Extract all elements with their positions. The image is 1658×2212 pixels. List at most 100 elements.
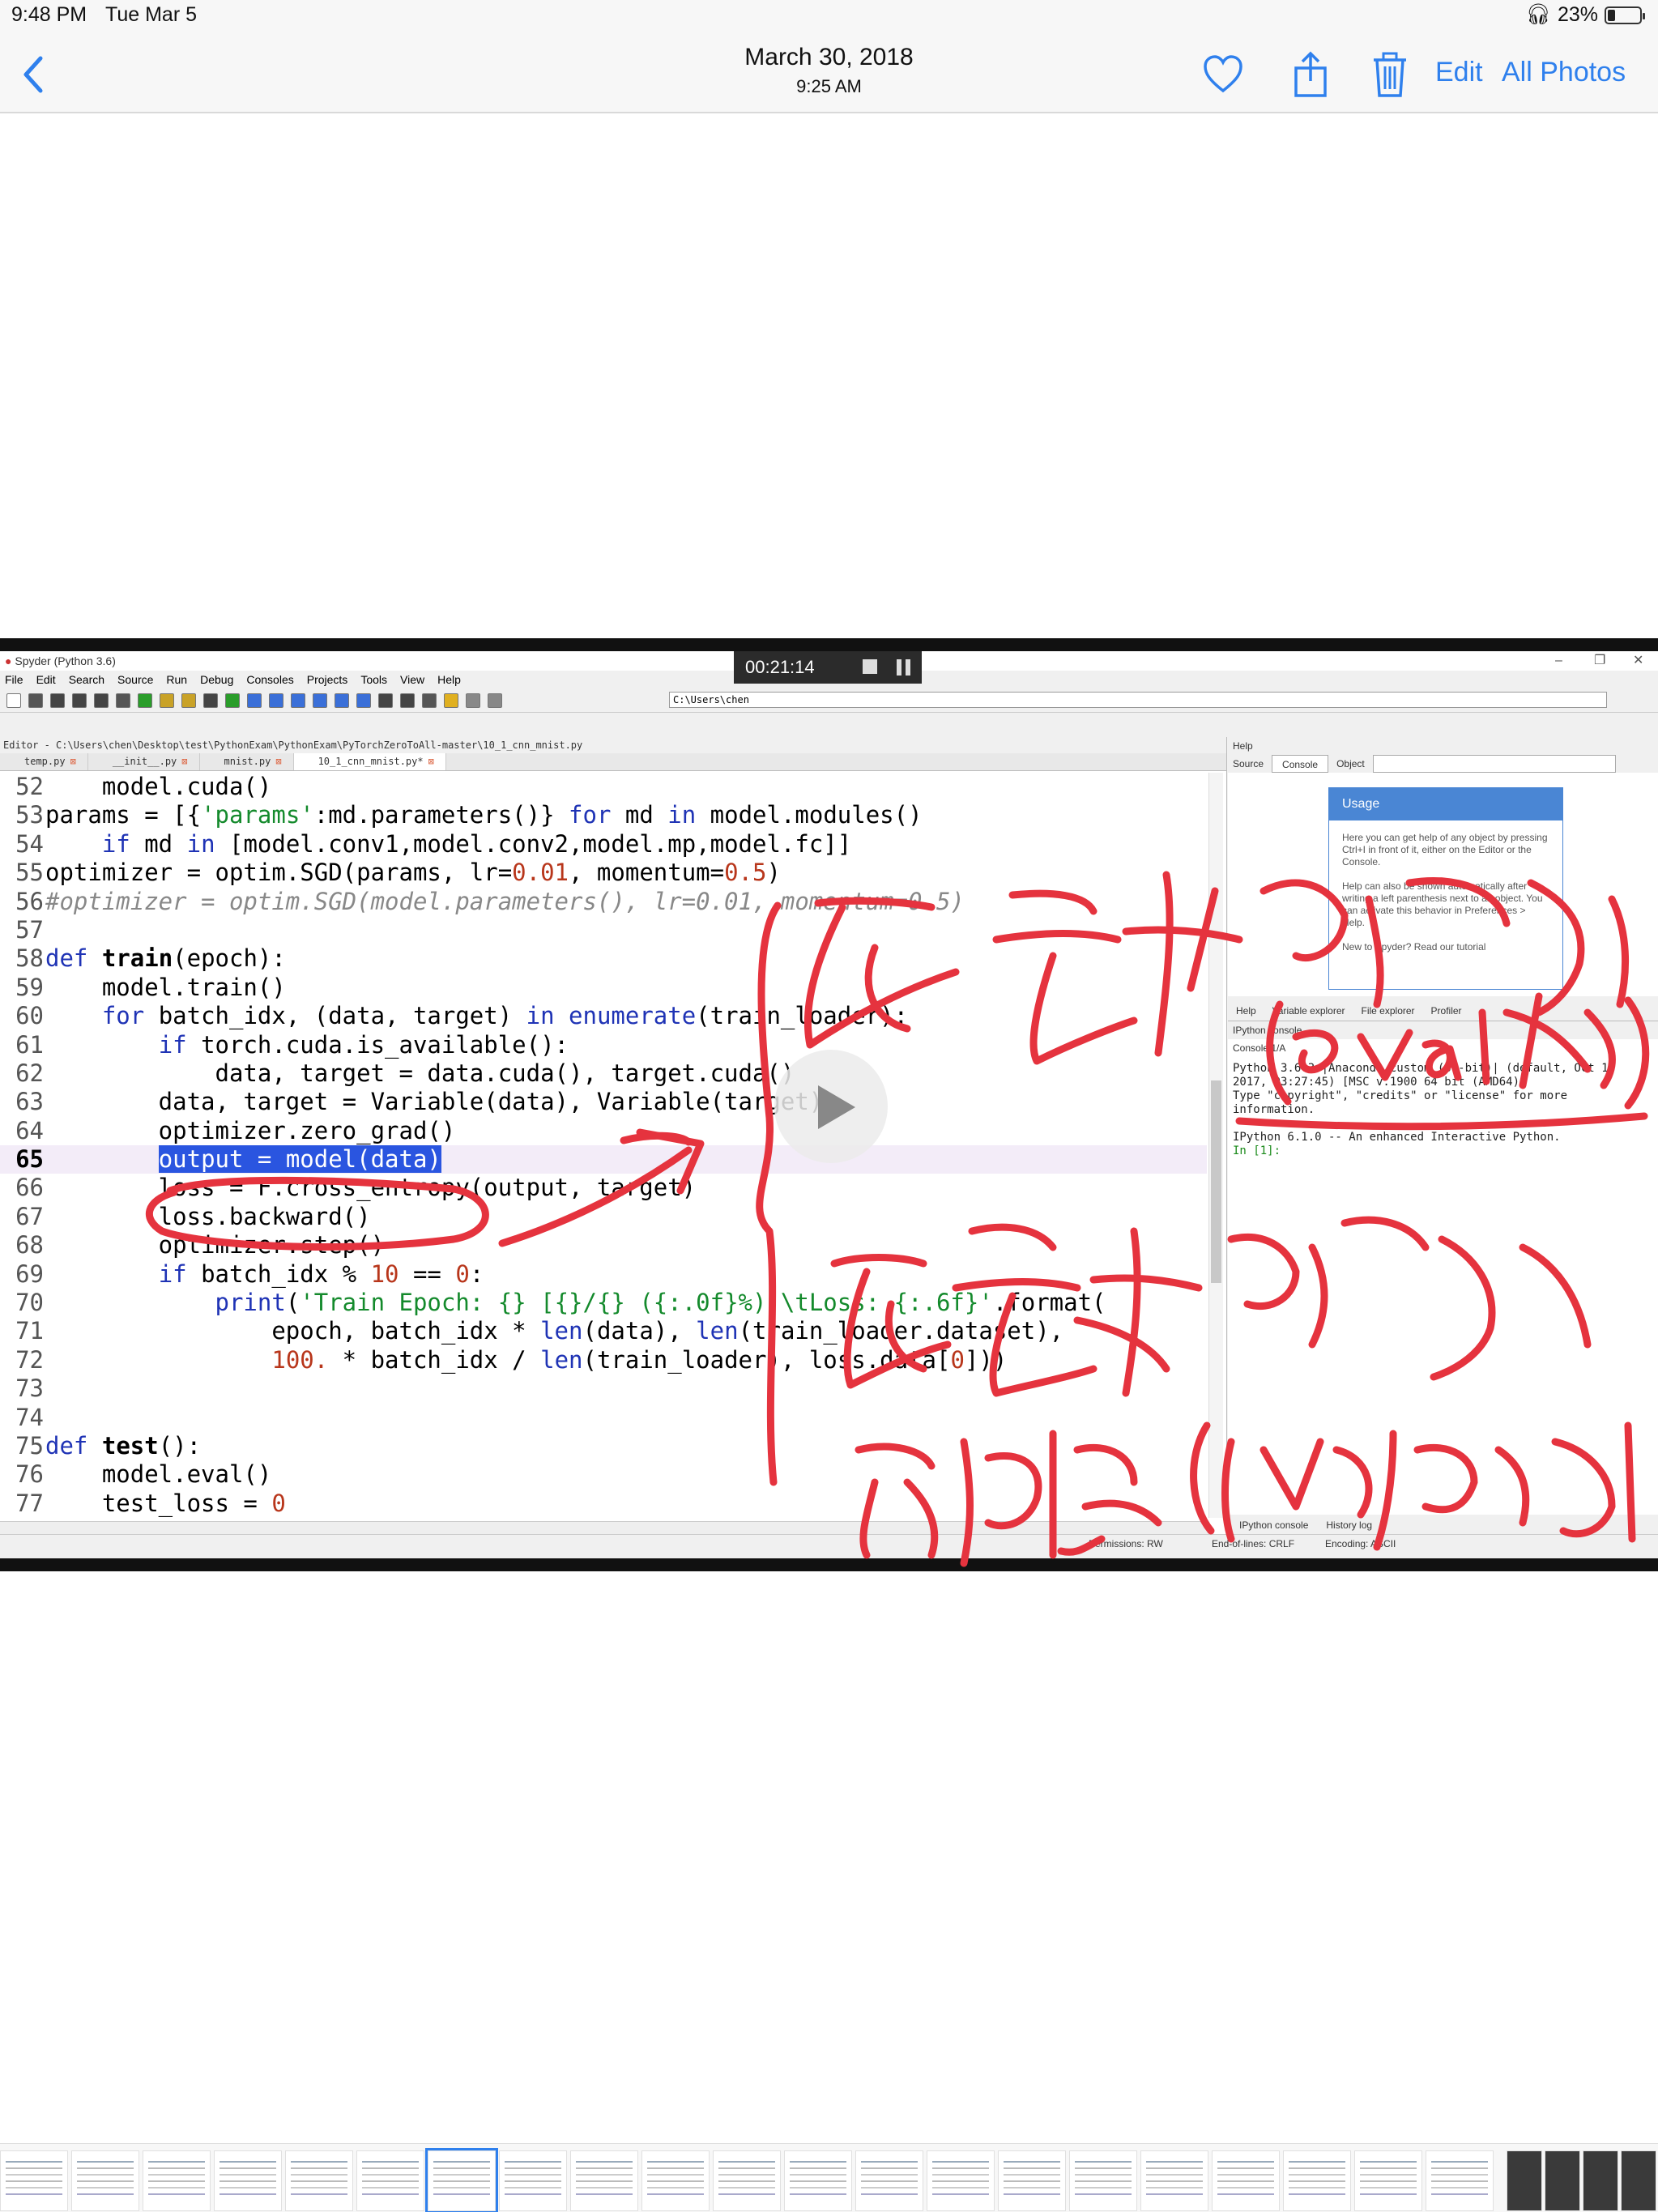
code-line[interactable]: 60 for batch_idx, (data, target) in enum… bbox=[0, 1002, 1207, 1030]
code-line[interactable]: 56#optimizer = optim.SGD(model.parameter… bbox=[0, 888, 1207, 916]
ipython-console[interactable]: IPython console Console 1/A Python 3.6.3… bbox=[1228, 1021, 1658, 1515]
wrench-icon[interactable] bbox=[422, 693, 437, 708]
code-line[interactable]: 72 100. * batch_idx / len(train_loader),… bbox=[0, 1346, 1207, 1375]
code-line[interactable]: 61 if torch.cuda.is_available(): bbox=[0, 1031, 1207, 1059]
stop-debug-icon[interactable] bbox=[356, 693, 371, 708]
menu-help[interactable]: Help bbox=[437, 671, 461, 688]
editor-tab[interactable]: 10_1_cnn_mnist.py* ⊠ bbox=[293, 753, 446, 770]
help-tab[interactable]: Help bbox=[1236, 1003, 1256, 1019]
editor-hscrollbar[interactable] bbox=[0, 1521, 1208, 1534]
filmstrip-thumbnail[interactable] bbox=[1212, 2150, 1280, 2211]
menu-tools[interactable]: Tools bbox=[360, 671, 387, 688]
filmstrip-thumbnail[interactable] bbox=[784, 2150, 852, 2211]
filmstrip-thumbnail[interactable] bbox=[1140, 2150, 1208, 2211]
console-bottom-tab[interactable]: History log bbox=[1326, 1516, 1372, 1534]
rerun-icon[interactable] bbox=[225, 693, 240, 708]
step-into-icon[interactable] bbox=[291, 693, 305, 708]
filmstrip-thumbnail[interactable] bbox=[499, 2150, 567, 2211]
filmstrip-thumbnail[interactable] bbox=[1583, 2150, 1618, 2211]
menu-search[interactable]: Search bbox=[69, 671, 104, 688]
code-line[interactable]: 69 if batch_idx % 10 == 0: bbox=[0, 1260, 1207, 1289]
filmstrip-thumbnail[interactable] bbox=[0, 2150, 68, 2211]
code-line[interactable]: 53params = [{'params':md.parameters()} f… bbox=[0, 801, 1207, 829]
menu-source[interactable]: Source bbox=[117, 671, 153, 688]
close-tab-icon[interactable]: ⊠ bbox=[181, 756, 187, 767]
heart-icon[interactable] bbox=[1200, 50, 1246, 99]
code-line[interactable]: 59 model.train() bbox=[0, 974, 1207, 1002]
filmstrip-thumbnail[interactable] bbox=[641, 2150, 710, 2211]
help-tab[interactable]: Variable explorer bbox=[1272, 1003, 1345, 1019]
code-line[interactable]: 65 output = model(data) bbox=[0, 1145, 1207, 1174]
list-icon[interactable] bbox=[94, 693, 109, 708]
close-tab-icon[interactable]: ⊠ bbox=[70, 756, 76, 767]
trash-icon[interactable] bbox=[1367, 50, 1413, 99]
filmstrip-thumbnail[interactable] bbox=[425, 2148, 498, 2212]
photo-filmstrip[interactable] bbox=[0, 2143, 1658, 2212]
play-button[interactable] bbox=[774, 1050, 888, 1163]
code-editor[interactable]: 52 model.cuda() 53params = [{'params':md.… bbox=[0, 773, 1207, 1547]
editor-tab[interactable]: mnist.py ⊠ bbox=[200, 753, 294, 770]
stop-icon[interactable] bbox=[863, 659, 877, 674]
filmstrip-thumbnail[interactable] bbox=[1283, 2150, 1351, 2211]
run-cell-advance-icon[interactable] bbox=[203, 693, 218, 708]
code-line[interactable]: 58def train(epoch): bbox=[0, 944, 1207, 973]
code-line[interactable]: 52 model.cuda() bbox=[0, 773, 1207, 801]
save-icon[interactable] bbox=[50, 693, 65, 708]
all-photos-button[interactable]: All Photos bbox=[1502, 57, 1626, 88]
filmstrip-thumbnail[interactable] bbox=[1426, 2150, 1494, 2211]
step-return-icon[interactable] bbox=[313, 693, 327, 708]
close-icon[interactable]: ✕ bbox=[1633, 651, 1643, 671]
menu-run[interactable]: Run bbox=[166, 671, 187, 688]
code-line[interactable]: 74 bbox=[0, 1404, 1207, 1432]
run-icon[interactable] bbox=[138, 693, 152, 708]
working-directory-input[interactable]: C:\Users\chen bbox=[669, 692, 1607, 708]
filmstrip-thumbnail[interactable] bbox=[1507, 2150, 1542, 2211]
step-icon[interactable] bbox=[269, 693, 283, 708]
code-line[interactable]: 63 data, target = Variable(data), Variab… bbox=[0, 1088, 1207, 1116]
console-tab[interactable]: Console 1/A bbox=[1228, 1039, 1658, 1057]
code-line[interactable]: 62 data, target = data.cuda(), target.cu… bbox=[0, 1059, 1207, 1088]
filmstrip-thumbnail[interactable] bbox=[1545, 2150, 1580, 2211]
pause-icon[interactable] bbox=[897, 659, 910, 676]
code-line[interactable]: 75def test(): bbox=[0, 1432, 1207, 1460]
menu-view[interactable]: View bbox=[400, 671, 424, 688]
code-line[interactable]: 76 model.eval() bbox=[0, 1460, 1207, 1489]
python-icon[interactable] bbox=[444, 693, 458, 708]
forward-arrow-icon[interactable] bbox=[488, 693, 502, 708]
console-prompt[interactable]: In [1]: bbox=[1233, 1144, 1281, 1157]
filmstrip-thumbnail[interactable] bbox=[1354, 2150, 1422, 2211]
at-icon[interactable] bbox=[116, 693, 130, 708]
code-line[interactable]: 70 print('Train Epoch: {} [{}/{} ({:.0f}… bbox=[0, 1289, 1207, 1317]
back-arrow-icon[interactable] bbox=[466, 693, 480, 708]
close-tab-icon[interactable]: ⊠ bbox=[275, 756, 281, 767]
new-file-icon[interactable] bbox=[6, 693, 21, 708]
source-select[interactable]: Console bbox=[1272, 755, 1329, 773]
maximize-icon[interactable]: ❐ bbox=[1594, 651, 1605, 671]
continue-icon[interactable] bbox=[335, 693, 349, 708]
code-line[interactable]: 64 optimizer.zero_grad() bbox=[0, 1117, 1207, 1145]
code-line[interactable]: 73 bbox=[0, 1375, 1207, 1403]
filmstrip-thumbnail[interactable] bbox=[1069, 2150, 1137, 2211]
filmstrip-thumbnail[interactable] bbox=[71, 2150, 139, 2211]
filmstrip-thumbnail[interactable] bbox=[927, 2150, 995, 2211]
filmstrip-thumbnail[interactable] bbox=[143, 2150, 211, 2211]
console-bottom-tab[interactable]: IPython console bbox=[1239, 1516, 1308, 1534]
menu-projects[interactable]: Projects bbox=[307, 671, 348, 688]
menu-edit[interactable]: Edit bbox=[36, 671, 56, 688]
fullscreen-icon[interactable] bbox=[400, 693, 415, 708]
help-tab[interactable]: File explorer bbox=[1362, 1003, 1415, 1019]
filmstrip-thumbnail[interactable] bbox=[570, 2150, 638, 2211]
run-file-icon[interactable] bbox=[160, 693, 174, 708]
close-tab-icon[interactable]: ⊠ bbox=[428, 756, 434, 767]
code-line[interactable]: 71 epoch, batch_idx * len(data), len(tra… bbox=[0, 1317, 1207, 1345]
debug-icon[interactable] bbox=[247, 693, 262, 708]
minimize-icon[interactable]: – bbox=[1555, 651, 1562, 671]
filmstrip-thumbnail[interactable] bbox=[713, 2150, 781, 2211]
filmstrip-thumbnail[interactable] bbox=[1621, 2150, 1656, 2211]
code-line[interactable]: 57 bbox=[0, 916, 1207, 944]
code-line[interactable]: 66 loss = F.cross_entropy(output, target… bbox=[0, 1174, 1207, 1202]
code-line[interactable]: 67 loss.backward() bbox=[0, 1203, 1207, 1231]
editor-tab[interactable]: temp.py ⊠ bbox=[0, 753, 88, 770]
filmstrip-thumbnail[interactable] bbox=[356, 2150, 424, 2211]
filmstrip-thumbnail[interactable] bbox=[214, 2150, 282, 2211]
